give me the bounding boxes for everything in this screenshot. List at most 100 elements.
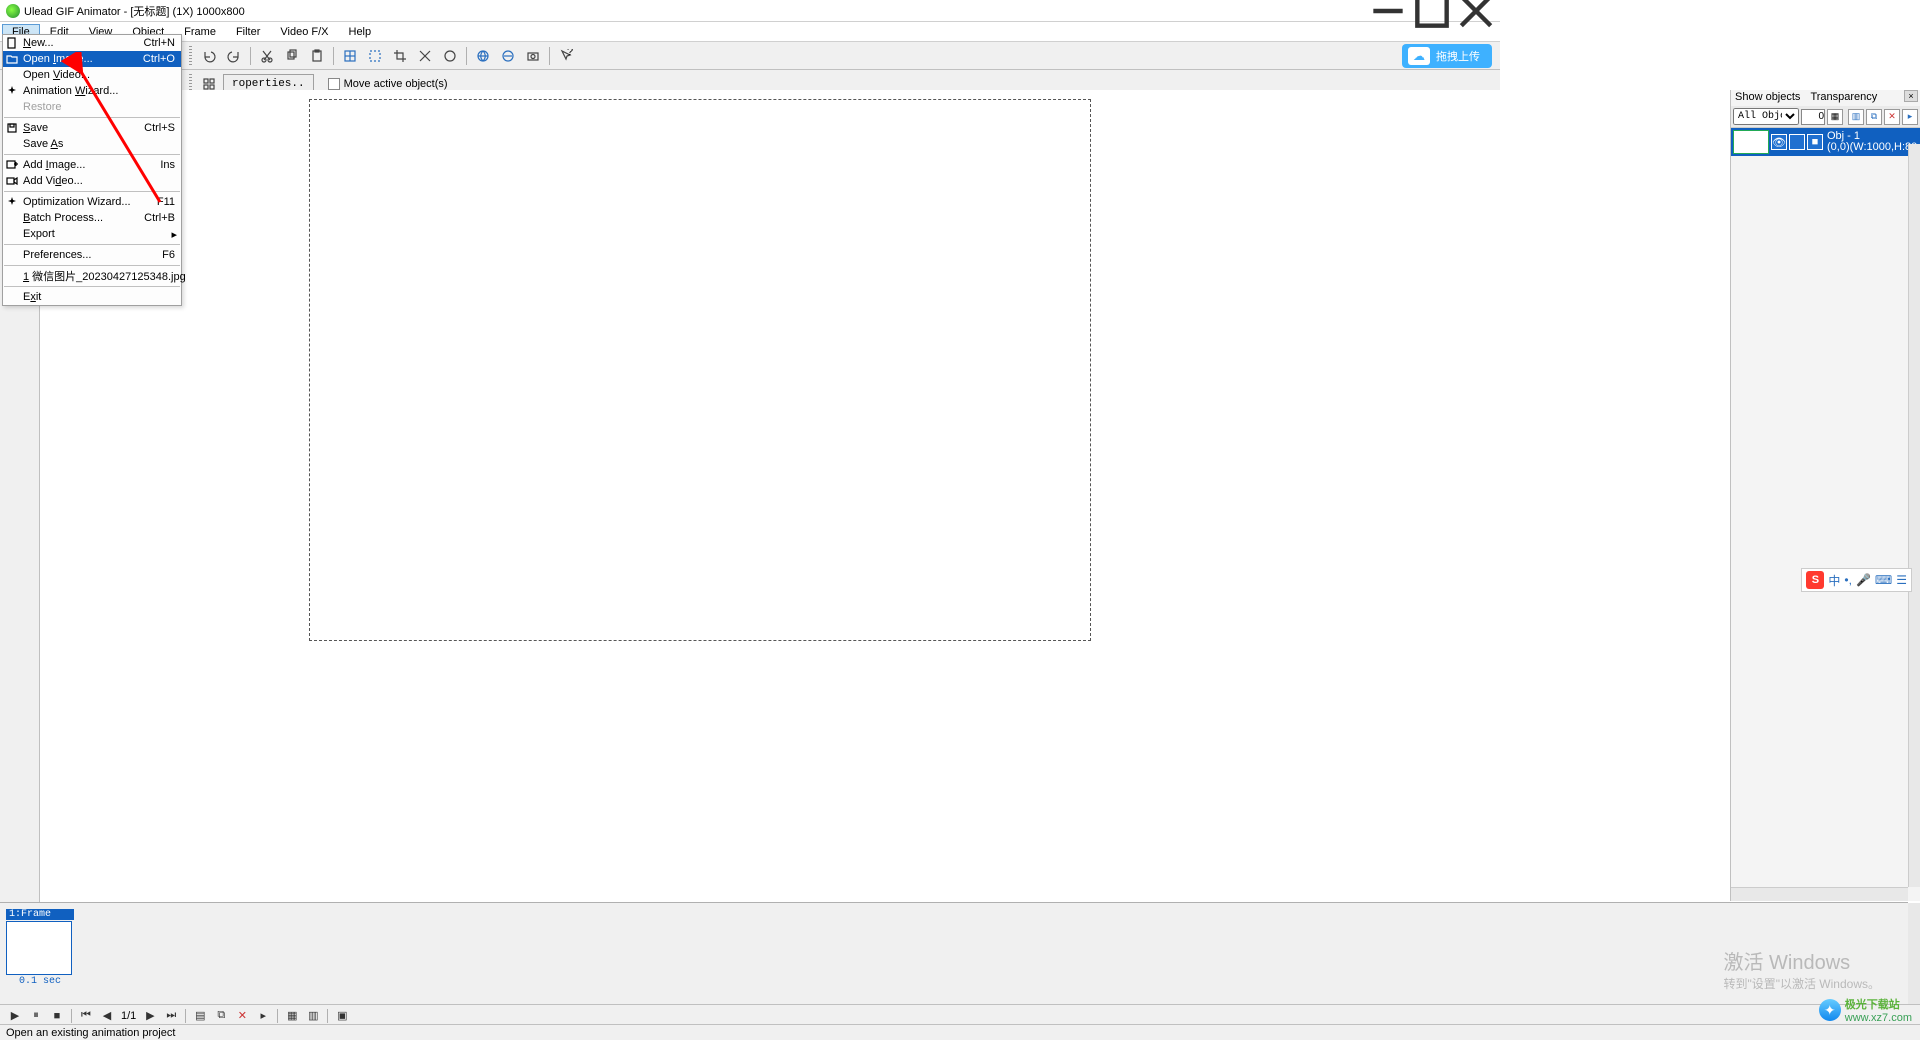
cut-button[interactable]	[256, 45, 278, 67]
move-active-checkbox[interactable]: Move active object(s)	[328, 78, 448, 90]
redo-button[interactable]	[223, 45, 245, 67]
dup-frame-button[interactable]: ⧉	[212, 1008, 230, 1024]
svg-text:?: ?	[567, 49, 573, 58]
stop-button[interactable]: ■	[48, 1008, 66, 1024]
object-list-item[interactable]: 👁 ■ Obj - 1 (0,0)(W:1000,H:80	[1731, 128, 1920, 156]
del-frame-button[interactable]: ✕	[233, 1008, 251, 1024]
toolbar-main: ? ☁ 拖拽上传	[0, 42, 1500, 70]
menu-item-batch-process[interactable]: Batch Process...Ctrl+B	[3, 210, 181, 226]
ime-mic-icon[interactable]: 🎤	[1856, 573, 1871, 587]
ime-logo-icon: S	[1806, 571, 1824, 589]
loop-button[interactable]: ▦	[283, 1008, 301, 1024]
add-object-button[interactable]: ▥	[1848, 109, 1864, 125]
frame-counter: 1/1	[119, 1010, 138, 1022]
globe2-button[interactable]	[497, 45, 519, 67]
duplicate-object-button[interactable]: ⧉	[1866, 109, 1882, 125]
first-frame-button[interactable]: ⏮	[77, 1008, 95, 1024]
menu-videofx[interactable]: Video F/X	[270, 24, 338, 40]
object-flag-2[interactable]: ■	[1807, 134, 1823, 150]
menu-item-optimization-wizard[interactable]: Optimization Wizard...F11	[3, 194, 181, 210]
menu-item-add-image[interactable]: Add Image...Ins	[3, 157, 181, 173]
cut2-button[interactable]	[414, 45, 436, 67]
menu-item-1-20230427125348-jpg[interactable]: 1 微信图片_20230427125348.jpg	[3, 268, 181, 284]
app-icon	[6, 4, 20, 18]
menu-item-new[interactable]: New...Ctrl+N	[3, 35, 181, 51]
frame-label: 1:Frame	[6, 909, 74, 920]
next-frame-button[interactable]: ▶	[141, 1008, 159, 1024]
minimize-button[interactable]	[1366, 0, 1410, 22]
visibility-icon[interactable]: 👁	[1771, 134, 1787, 150]
menu-item-preferences[interactable]: Preferences...F6	[3, 247, 181, 263]
menu-item-add-video[interactable]: Add Video...	[3, 173, 181, 189]
menubar: File Edit View Object Frame Filter Video…	[0, 22, 1500, 42]
camera-button[interactable]	[522, 45, 544, 67]
canvas[interactable]	[310, 100, 1090, 640]
ime-toolbar[interactable]: S 中 •, 🎤 ⌨ ☰	[1801, 568, 1912, 592]
pause-button[interactable]: ⏸	[27, 1008, 45, 1024]
ime-punct-icon[interactable]: •,	[1844, 573, 1852, 587]
object-menu-button[interactable]: ▸	[1902, 109, 1918, 125]
menu-item-export[interactable]: Export▸	[3, 226, 181, 242]
maximize-button[interactable]	[1410, 0, 1454, 22]
globe-button[interactable]	[472, 45, 494, 67]
toolbar-grip[interactable]	[189, 46, 192, 66]
upload-button[interactable]: ☁ 拖拽上传	[1402, 44, 1492, 68]
menu-item-save[interactable]: SaveCtrl+S	[3, 120, 181, 136]
ime-lang[interactable]: 中	[1828, 572, 1840, 589]
settings-button[interactable]: ▥	[304, 1008, 322, 1024]
statusbar: Open an existing animation project	[0, 1024, 1920, 1040]
spin-up-down-icon[interactable]: ▦	[1827, 109, 1843, 125]
close-button[interactable]	[1454, 0, 1498, 22]
file-menu-dropdown: New...Ctrl+NOpen Image...Ctrl+OOpen Vide…	[2, 34, 182, 306]
menu-item-exit[interactable]: Exit	[3, 289, 181, 305]
panel-vscroll[interactable]	[1908, 144, 1920, 887]
object-flag-1[interactable]	[1789, 134, 1805, 150]
ime-keyboard-icon[interactable]: ⌨	[1875, 573, 1892, 587]
move-active-label: Move active object(s)	[344, 78, 448, 90]
timeline: 1:Frame 0.1 sec	[0, 902, 1908, 1012]
undo-button[interactable]	[198, 45, 220, 67]
object-thumb	[1733, 130, 1769, 154]
panel-close-button[interactable]: ×	[1904, 90, 1918, 102]
last-frame-button[interactable]: ⏭	[162, 1008, 180, 1024]
frame-props-button[interactable]: ▸	[254, 1008, 272, 1024]
canvas-surface[interactable]	[310, 100, 1090, 640]
show-objects-label: Show objects	[1735, 91, 1800, 105]
upload-label: 拖拽上传	[1436, 48, 1480, 64]
menu-item-animation-wizard[interactable]: Animation Wizard...	[3, 83, 181, 99]
ime-menu-icon[interactable]: ☰	[1896, 573, 1907, 587]
titlebar: Ulead GIF Animator - [无标题] (1X) 1000x800	[0, 0, 1500, 22]
menu-item-open-image[interactable]: Open Image...Ctrl+O	[3, 51, 181, 67]
copy-button[interactable]	[281, 45, 303, 67]
frame-item[interactable]: 1:Frame 0.1 sec	[6, 909, 74, 987]
menu-item-save-as[interactable]: Save As	[3, 136, 181, 152]
status-text: Open an existing animation project	[6, 1027, 175, 1039]
menu-help[interactable]: Help	[339, 24, 382, 40]
window-title: Ulead GIF Animator - [无标题] (1X) 1000x800	[24, 3, 245, 19]
menu-item-open-video[interactable]: Open Video...	[3, 67, 181, 83]
play-button[interactable]: ▶	[6, 1008, 24, 1024]
object-filter-select[interactable]: All Object:	[1733, 108, 1799, 125]
help-pointer-button[interactable]: ?	[555, 45, 577, 67]
transparency-spinner[interactable]	[1801, 109, 1825, 125]
frame-thumb[interactable]	[6, 921, 72, 975]
panel-hscroll[interactable]	[1731, 887, 1908, 901]
select-button[interactable]	[364, 45, 386, 67]
playback-bar: ▶ ⏸ ■ ⏮ ◀ 1/1 ▶ ⏭ ▤ ⧉ ✕ ▸ ▦ ▥ ▣	[0, 1004, 1920, 1026]
grid-button[interactable]	[339, 45, 361, 67]
add-frame-button[interactable]: ▤	[191, 1008, 209, 1024]
extra-button[interactable]: ▣	[333, 1008, 351, 1024]
paste-button[interactable]	[306, 45, 328, 67]
object-panel: × Show objects Transparency All Object: …	[1730, 90, 1920, 901]
menu-filter[interactable]: Filter	[226, 24, 270, 40]
timeline-vscroll[interactable]	[1908, 903, 1920, 1012]
cloud-icon: ☁	[1408, 47, 1430, 65]
crop-button[interactable]	[389, 45, 411, 67]
canvas-zone[interactable]	[40, 90, 1920, 904]
paint-button[interactable]	[439, 45, 461, 67]
delete-object-button[interactable]: ✕	[1884, 109, 1900, 125]
object-meta: Obj - 1 (0,0)(W:1000,H:80	[1825, 131, 1918, 153]
menu-item-restore: Restore	[3, 99, 181, 115]
frame-duration: 0.1 sec	[6, 976, 74, 987]
prev-frame-button[interactable]: ◀	[98, 1008, 116, 1024]
